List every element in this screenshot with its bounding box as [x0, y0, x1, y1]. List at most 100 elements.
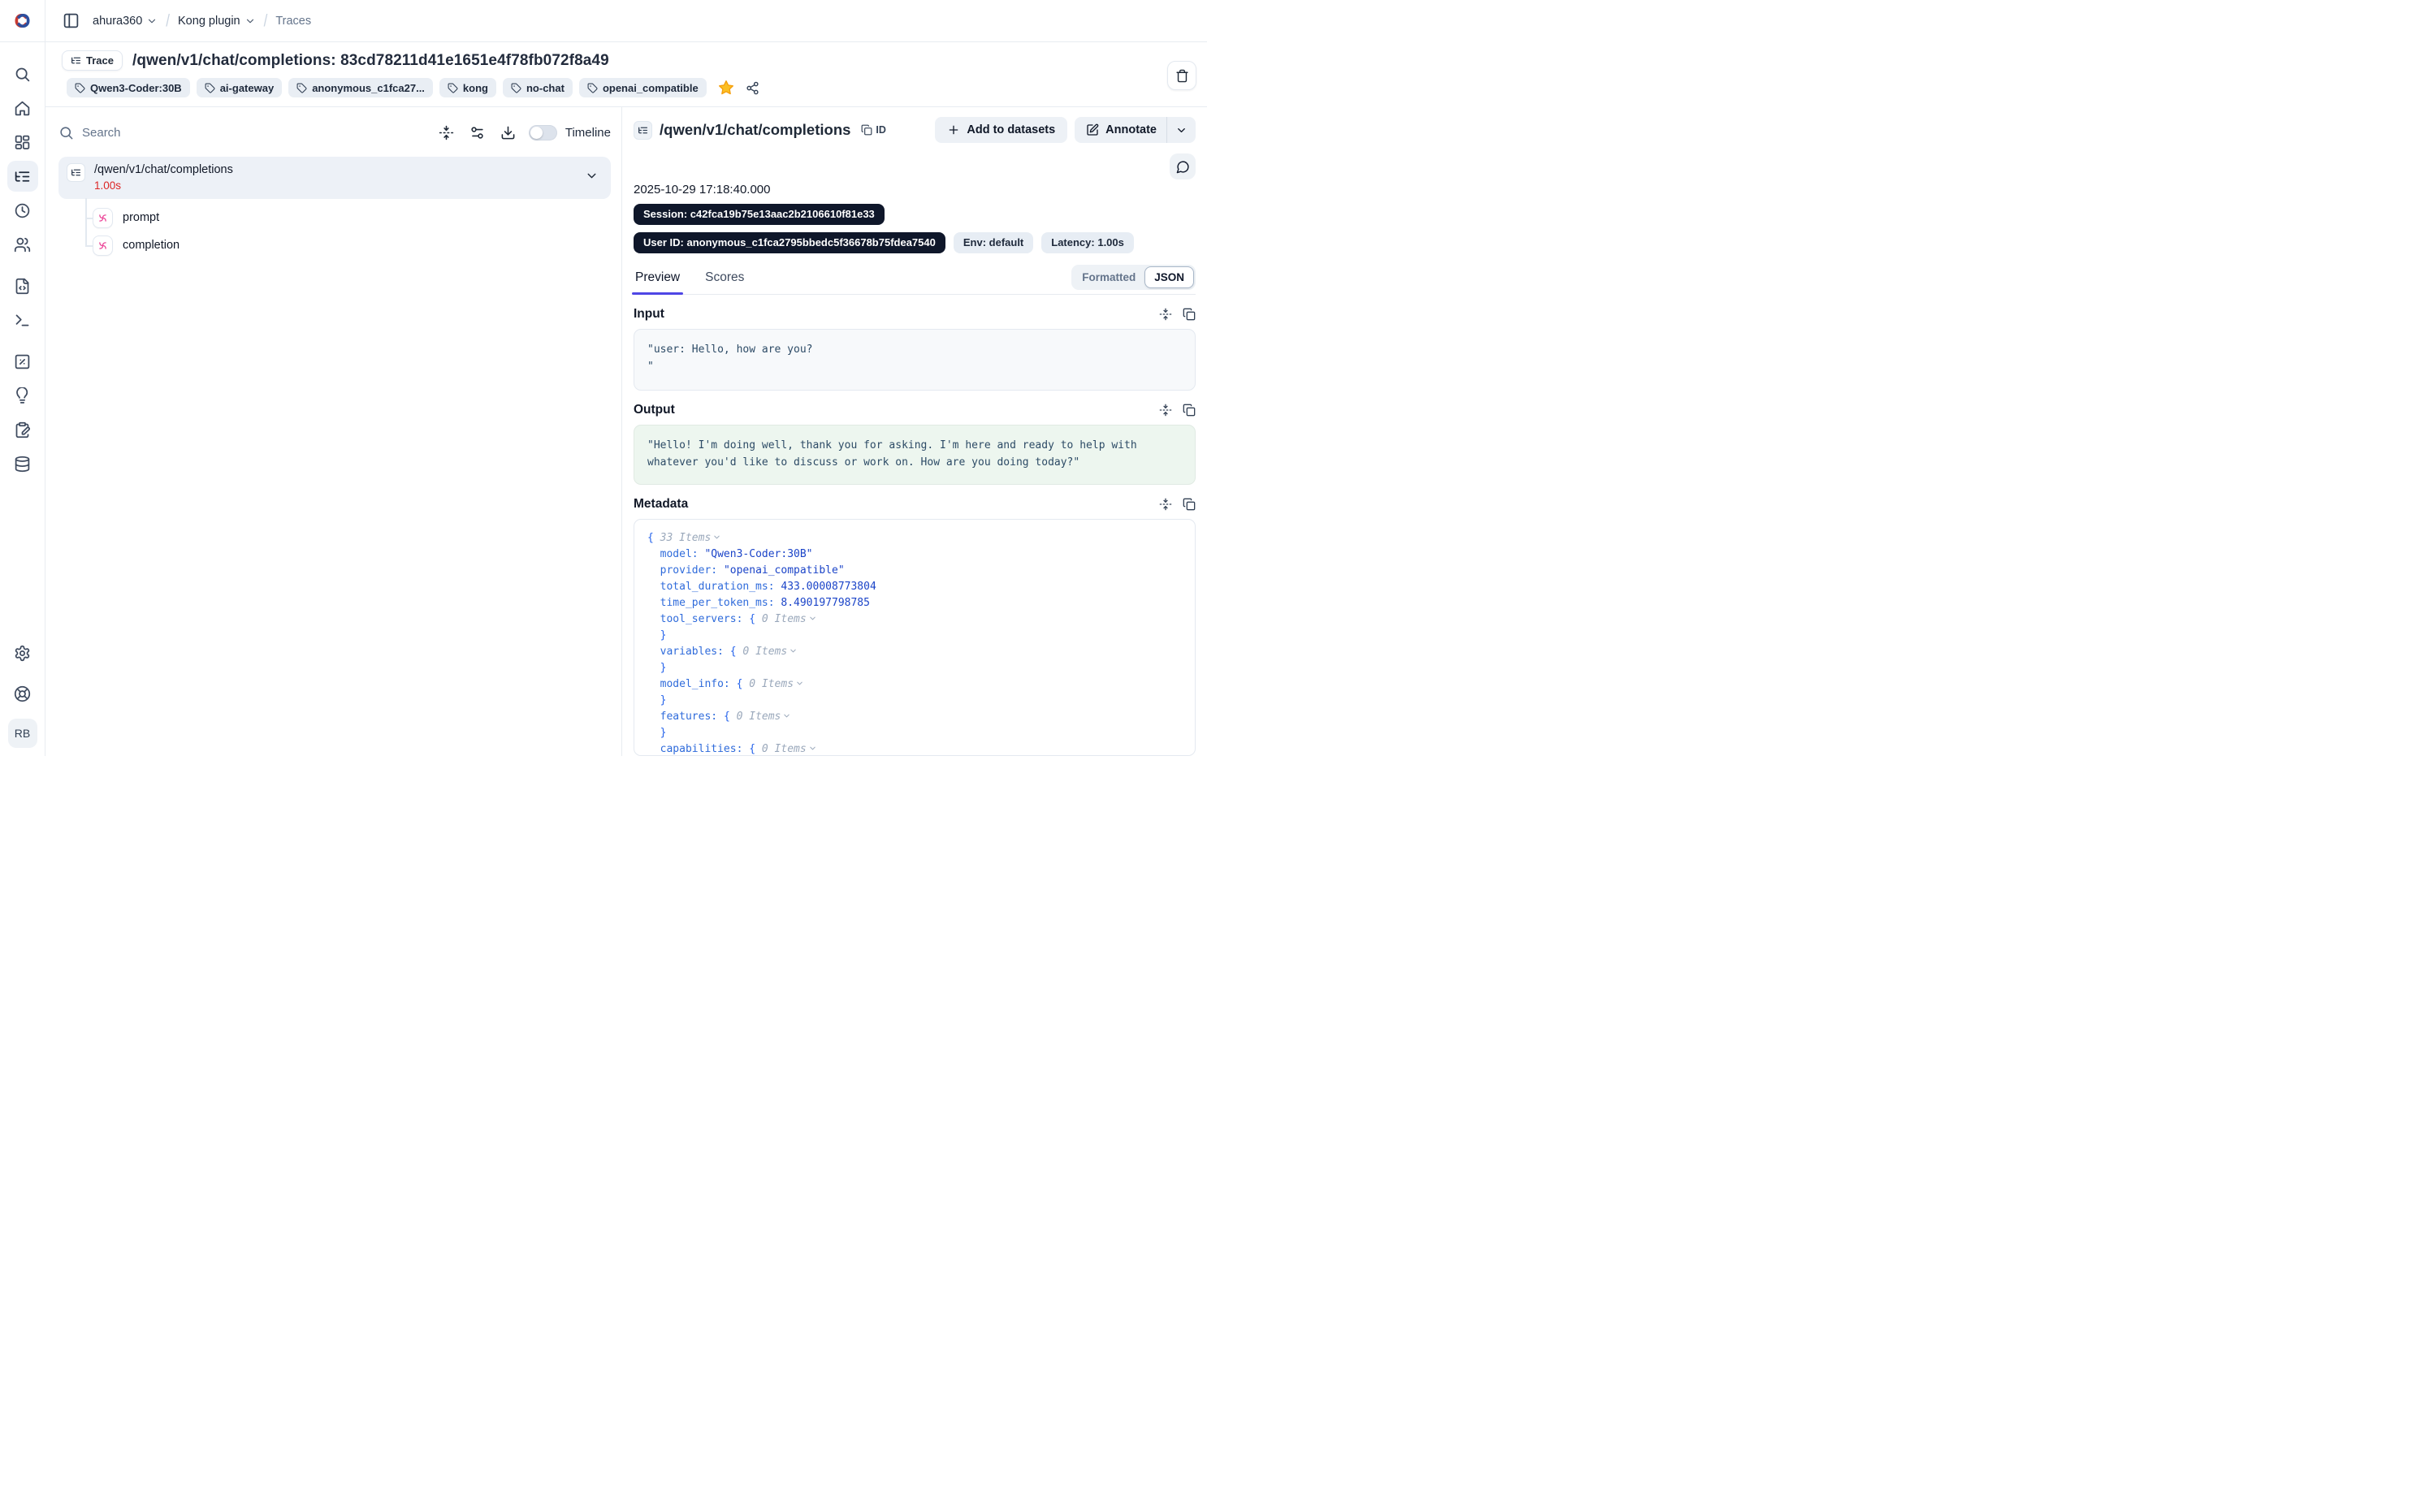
annotate-split-button: Annotate — [1075, 117, 1196, 143]
user-id-badge[interactable]: User ID: anonymous_c1fca2795bbedc5f36678… — [634, 232, 945, 253]
pen-square-icon — [1086, 123, 1099, 136]
view-option-formatted[interactable]: Formatted — [1073, 266, 1144, 288]
view-mode-toggle: FormattedJSON — [1071, 265, 1196, 290]
metadata-section: Metadata { 33 Items model: "Qwen3-Coder:… — [634, 497, 1196, 756]
sidebar-item-sessions[interactable] — [7, 195, 38, 226]
copy-icon[interactable] — [1183, 308, 1196, 321]
link-badges-row: Session: c42fca19b75e13aac2b2106610f81e3… — [634, 204, 1196, 225]
sidebar-toggle-icon[interactable] — [58, 9, 83, 33]
chevron-down-icon — [146, 15, 158, 27]
trace-type-chip: Trace — [62, 50, 123, 71]
sidebar-item-prompts[interactable] — [7, 270, 38, 301]
info-badges-row: User ID: anonymous_c1fca2795bbedc5f36678… — [634, 232, 1196, 253]
delete-trace-button[interactable] — [1167, 61, 1196, 90]
generation-swirl-icon — [97, 240, 109, 252]
json-line: variables: { 0 Items — [647, 644, 1182, 660]
json-collapse-toggle[interactable]: 0 Items — [742, 646, 798, 658]
tag-chip[interactable]: no-chat — [503, 78, 573, 97]
icon-rail: RB — [0, 42, 45, 756]
generation-swirl-icon — [97, 212, 109, 224]
breadcrumb-item-traces: Traces — [275, 15, 311, 28]
app-logo[interactable] — [0, 0, 45, 41]
sidebar-item-support[interactable] — [7, 678, 38, 709]
trace-title: /qwen/v1/chat/completions: 83cd78211d41e… — [132, 52, 609, 70]
breadcrumb-item-ahura360[interactable]: ahura360 — [93, 15, 158, 28]
input-content: "user: Hello, how are you? " — [634, 329, 1196, 391]
json-collapse-toggle[interactable]: 0 Items — [749, 678, 804, 690]
tag-icon — [205, 83, 215, 93]
plus-icon — [947, 123, 960, 136]
tag-chip[interactable]: ai-gateway — [197, 78, 282, 97]
breadcrumb-separator: / — [264, 11, 268, 31]
annotate-menu-chevron-icon[interactable] — [1167, 117, 1196, 143]
copy-icon — [861, 124, 872, 136]
trace-header-band: Trace /qwen/v1/chat/completions: 83cd782… — [45, 42, 1207, 107]
copy-icon[interactable] — [1183, 498, 1196, 511]
download-icon[interactable] — [500, 125, 516, 140]
metadata-heading: Metadata — [634, 497, 688, 512]
json-line: } — [647, 660, 1182, 676]
json-line: time_per_token_ms: 8.490197798785 — [647, 595, 1182, 611]
tree-node-root[interactable]: /qwen/v1/chat/completions 1.00s — [58, 157, 611, 199]
sidebar-item-annotation-queues[interactable] — [7, 414, 38, 445]
tree-node-completion[interactable]: completion — [58, 231, 611, 259]
tag-chip[interactable]: anonymous_c1fca27... — [288, 78, 433, 97]
avatar[interactable]: RB — [8, 719, 37, 748]
tag-icon — [75, 83, 85, 93]
sidebar-item-dashboards[interactable] — [7, 127, 38, 158]
chevron-down-icon[interactable] — [585, 169, 599, 187]
comments-button[interactable] — [1170, 153, 1196, 179]
json-line: features: { 0 Items — [647, 709, 1182, 725]
tree-root-title: /qwen/v1/chat/completions — [94, 163, 233, 176]
json-collapse-toggle[interactable]: 33 Items — [660, 532, 722, 544]
bookmark-star-icon[interactable] — [718, 80, 734, 96]
tab-scores[interactable]: Scores — [703, 266, 746, 294]
info-badge: Latency: 1.00s — [1041, 232, 1134, 253]
search-input[interactable] — [82, 126, 293, 140]
share-icon[interactable] — [746, 81, 759, 95]
copy-icon[interactable] — [1183, 404, 1196, 417]
tree-node-prompt[interactable]: prompt — [58, 204, 611, 231]
json-collapse-toggle[interactable]: 0 Items — [737, 711, 792, 723]
timeline-toggle[interactable] — [529, 125, 557, 140]
sidebar-item-home[interactable] — [7, 93, 38, 123]
detail-tabs: Preview Scores FormattedJSON — [634, 265, 1196, 295]
json-line: tool_servers: { 0 Items — [647, 611, 1182, 628]
tags-row: Qwen3-Coder:30B ai-gateway anonymous_c1fca… — [62, 78, 1197, 97]
add-to-datasets-button[interactable]: Add to datasets — [935, 117, 1067, 143]
session-badge[interactable]: Session: c42fca19b75e13aac2b2106610f81e3… — [634, 204, 885, 225]
sidebar-item-search[interactable] — [7, 58, 38, 89]
tag-chip[interactable]: Qwen3-Coder:30B — [67, 78, 190, 97]
sidebar-item-users[interactable] — [7, 229, 38, 260]
input-heading: Input — [634, 307, 664, 322]
copy-id-button[interactable]: ID — [861, 124, 886, 136]
view-settings-icon[interactable] — [469, 125, 485, 140]
trace-tree-panel: Timeline /qwen/v1/chat/completions 1.00s… — [45, 107, 622, 756]
sidebar-item-playground[interactable] — [7, 305, 38, 335]
annotate-button[interactable]: Annotate — [1075, 117, 1166, 143]
app-root: ahura360/Kong plugin/Traces RB Trace /qw… — [0, 0, 1207, 756]
json-line: capabilities: { 0 Items — [647, 741, 1182, 756]
sidebar-item-settings[interactable] — [7, 637, 38, 668]
sidebar-item-tracing[interactable] — [7, 161, 38, 192]
collapse-all-icon[interactable] — [439, 125, 454, 140]
tree-node-label: completion — [123, 239, 180, 252]
fold-vertical-icon[interactable] — [1159, 308, 1172, 321]
tag-chip[interactable]: kong — [439, 78, 496, 97]
breadcrumb-item-kong-plugin[interactable]: Kong plugin — [178, 15, 256, 28]
json-collapse-toggle[interactable]: 0 Items — [762, 613, 817, 625]
sidebar-item-evaluation[interactable] — [7, 346, 38, 377]
tab-preview[interactable]: Preview — [634, 266, 681, 294]
tree-node-label: prompt — [123, 211, 159, 224]
json-line: { 33 Items — [647, 530, 1182, 546]
fold-vertical-icon[interactable] — [1159, 404, 1172, 417]
tag-chip[interactable]: openai_compatible — [579, 78, 707, 97]
sidebar-item-datasets[interactable] — [7, 448, 38, 479]
fold-vertical-icon[interactable] — [1159, 498, 1172, 511]
json-collapse-toggle[interactable]: 0 Items — [762, 743, 817, 755]
observation-detail-panel: /qwen/v1/chat/completions ID Add to data… — [622, 107, 1207, 756]
view-option-json[interactable]: JSON — [1144, 266, 1194, 288]
tag-icon — [511, 83, 521, 93]
tag-icon — [448, 83, 458, 93]
sidebar-item-insights[interactable] — [7, 380, 38, 411]
